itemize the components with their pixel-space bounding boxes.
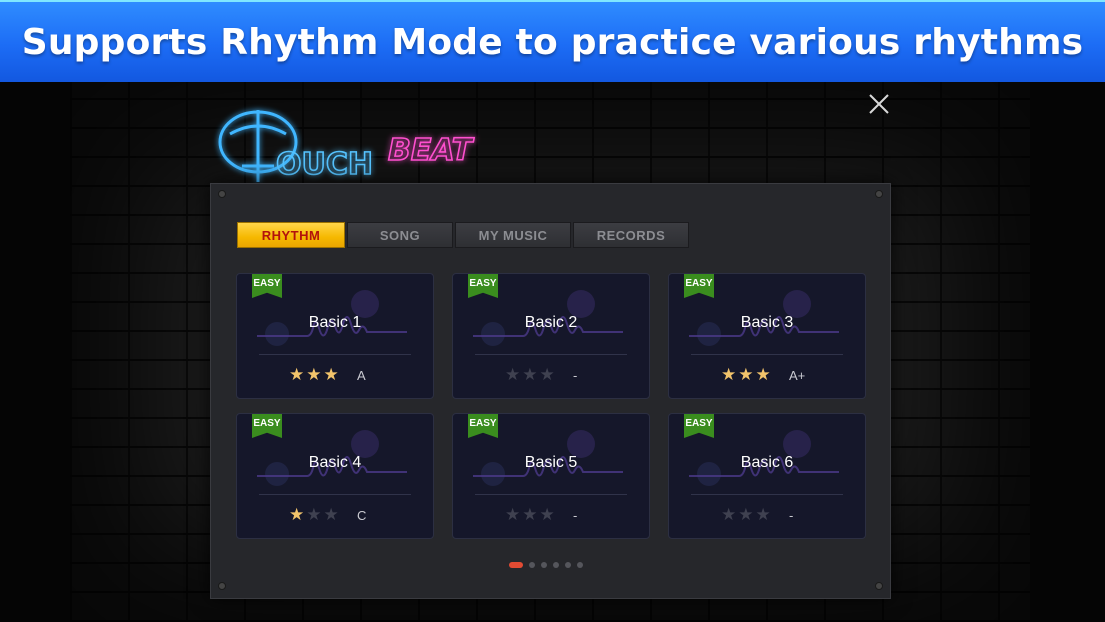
card-divider — [259, 494, 411, 495]
rhythm-card[interactable]: EASY Basic 2 ★ ★ ★ - — [452, 273, 650, 399]
card-title: Basic 6 — [740, 454, 794, 471]
page-dot[interactable] — [529, 562, 535, 568]
card-rating: ★ ★ ★ A+ — [669, 366, 865, 384]
card-divider — [691, 494, 843, 495]
card-divider — [691, 354, 843, 355]
badge-label: EASY — [253, 278, 281, 289]
card-rating: ★ ★ ★ - — [453, 506, 649, 524]
rhythm-card[interactable]: EASY Basic 3 ★ ★ ★ A+ — [668, 273, 866, 399]
page-dot[interactable] — [541, 562, 547, 568]
rhythm-card[interactable]: EASY Basic 1 ★ ★ ★ A — [236, 273, 434, 399]
star-icon: ★ — [738, 365, 754, 384]
screw-decoration — [875, 582, 883, 590]
star-rating: ★ ★ ★ — [505, 506, 557, 524]
card-title: Basic 4 — [308, 454, 362, 471]
badge-label: EASY — [685, 418, 713, 429]
card-title: Basic 3 — [740, 314, 794, 331]
card-divider — [475, 494, 627, 495]
card-rating: ★ ★ ★ A — [237, 366, 433, 384]
screw-decoration — [875, 190, 883, 198]
screw-decoration — [218, 190, 226, 198]
mode-tabs: RHYTHM SONG MY MUSIC RECORDS — [237, 222, 689, 248]
grade-label: - — [573, 367, 578, 383]
badge-label: EASY — [469, 278, 497, 289]
rhythm-card-grid: EASY Basic 1 ★ ★ ★ A EASY Basic 2 ★ ★ ★ - EA… — [236, 273, 866, 539]
tab-song[interactable]: SONG — [347, 222, 453, 248]
star-icon: ★ — [289, 505, 305, 524]
grade-label: C — [357, 507, 367, 523]
grade-label: A — [357, 367, 366, 383]
tab-rhythm[interactable]: RHYTHM — [237, 222, 345, 248]
star-icon: ★ — [721, 365, 737, 384]
star-icon: ★ — [323, 505, 339, 524]
star-icon: ★ — [738, 505, 754, 524]
page-dot[interactable] — [553, 562, 559, 568]
star-icon: ★ — [522, 365, 538, 384]
card-title: Basic 1 — [308, 314, 362, 331]
promo-banner: Supports Rhythm Mode to practice various… — [0, 0, 1105, 82]
star-icon: ★ — [721, 505, 737, 524]
star-icon: ★ — [505, 505, 521, 524]
page-dot[interactable] — [577, 562, 583, 568]
star-icon: ★ — [323, 365, 339, 384]
touchbeat-logo: OUCH BEAT — [212, 96, 532, 192]
page-dot[interactable] — [509, 562, 523, 568]
card-rating: ★ ★ ★ - — [669, 506, 865, 524]
banner-text: Supports Rhythm Mode to practice various… — [21, 21, 1084, 63]
star-icon: ★ — [289, 365, 305, 384]
close-button[interactable] — [866, 91, 892, 117]
card-divider — [475, 354, 627, 355]
badge-label: EASY — [253, 418, 281, 429]
star-rating: ★ ★ ★ — [505, 366, 557, 384]
tab-label: RECORDS — [596, 227, 666, 243]
star-rating: ★ ★ ★ — [721, 506, 773, 524]
star-rating: ★ ★ ★ — [289, 366, 341, 384]
star-rating: ★ ★ ★ — [721, 366, 773, 384]
logo-text-touch: OUCH — [276, 147, 373, 182]
card-rating: ★ ★ ★ C — [237, 506, 433, 524]
grade-label: - — [573, 507, 578, 523]
card-rating: ★ ★ ★ - — [453, 366, 649, 384]
tab-label: MY MUSIC — [478, 227, 548, 243]
star-icon: ★ — [539, 365, 555, 384]
card-title: Basic 2 — [524, 314, 578, 331]
tab-my-music[interactable]: MY MUSIC — [455, 222, 571, 248]
star-icon: ★ — [505, 365, 521, 384]
tab-label: RHYTHM — [261, 227, 321, 243]
grade-label: A+ — [789, 367, 806, 383]
star-rating: ★ ★ ★ — [289, 506, 341, 524]
rhythm-card[interactable]: EASY Basic 6 ★ ★ ★ - — [668, 413, 866, 539]
badge-label: EASY — [685, 278, 713, 289]
star-icon: ★ — [306, 505, 322, 524]
close-icon — [869, 94, 889, 114]
badge-label: EASY — [469, 418, 497, 429]
tab-records[interactable]: RECORDS — [573, 222, 689, 248]
page-indicator — [509, 562, 583, 568]
card-divider — [259, 354, 411, 355]
star-icon: ★ — [522, 505, 538, 524]
tab-label: SONG — [379, 227, 421, 243]
rhythm-card[interactable]: EASY Basic 4 ★ ★ ★ C — [236, 413, 434, 539]
star-icon: ★ — [539, 505, 555, 524]
card-title: Basic 5 — [524, 454, 578, 471]
star-icon: ★ — [755, 505, 771, 524]
page-dot[interactable] — [565, 562, 571, 568]
grade-label: - — [789, 507, 794, 523]
screw-decoration — [218, 582, 226, 590]
rhythm-card[interactable]: EASY Basic 5 ★ ★ ★ - — [452, 413, 650, 539]
star-icon: ★ — [755, 365, 771, 384]
logo-text-beat: BEAT — [388, 133, 475, 168]
mode-select-panel: RHYTHM SONG MY MUSIC RECORDS EASY Basic … — [210, 183, 891, 599]
star-icon: ★ — [306, 365, 322, 384]
